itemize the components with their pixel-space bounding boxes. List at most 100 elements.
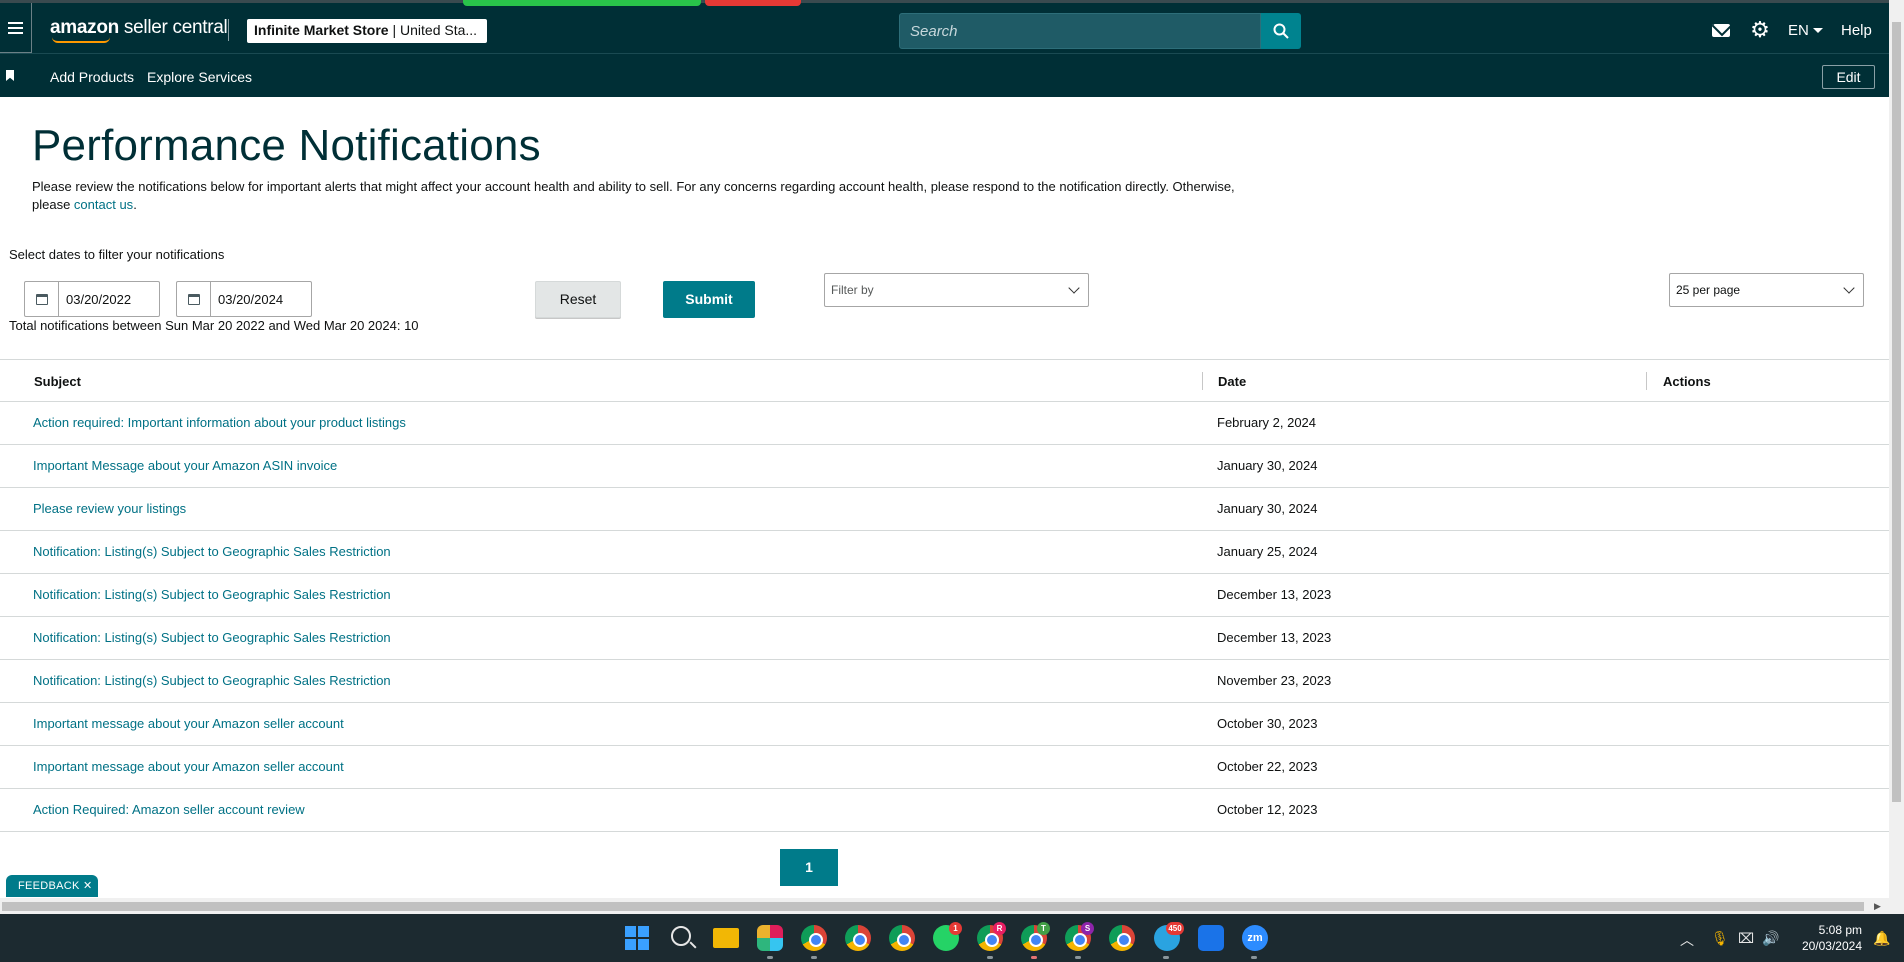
intro-text: Please review the notifications below fo… <box>32 179 1235 212</box>
running-indicator <box>767 956 773 959</box>
column-header-date[interactable]: Date <box>1218 374 1246 389</box>
search-icon <box>1273 23 1289 39</box>
top-header: amazon seller central Infinite Market St… <box>0 0 1889 53</box>
calendar-icon[interactable] <box>177 282 211 316</box>
stop-share-indicator[interactable] <box>705 0 801 6</box>
windows-start-icon[interactable] <box>625 926 649 950</box>
table-row: Important message about your Amazon sell… <box>0 746 1889 789</box>
page-1-button[interactable]: 1 <box>780 849 838 886</box>
column-divider[interactable] <box>1202 372 1203 390</box>
network-icon[interactable]: ⌧ <box>1738 930 1754 947</box>
notification-subject-link[interactable]: Important message about your Amazon sell… <box>33 716 344 731</box>
calendar-icon[interactable] <box>25 282 59 316</box>
chrome-icon[interactable] <box>1109 925 1135 951</box>
start-date-value: 03/20/2022 <box>66 292 132 307</box>
notifications-table: Subject Date Actions Action required: Im… <box>0 359 1889 832</box>
end-date-input[interactable]: 03/20/2024 <box>176 281 312 317</box>
table-header: Subject Date Actions <box>0 359 1889 402</box>
chrome-icon[interactable] <box>845 925 871 951</box>
notification-subject-link[interactable]: Notification: Listing(s) Subject to Geog… <box>33 587 391 602</box>
notification-date: October 12, 2023 <box>1217 802 1318 817</box>
profile-badge: S <box>1081 922 1094 935</box>
chrome-icon[interactable] <box>889 925 915 951</box>
clock-time: 5:08 pm <box>1818 923 1862 937</box>
language-selector[interactable]: EN <box>1788 22 1809 39</box>
filter-by-select[interactable]: Filter by <box>824 273 1089 307</box>
per-page-select[interactable]: 25 per page <box>1669 273 1864 307</box>
column-header-subject[interactable]: Subject <box>34 374 81 389</box>
notification-subject-link[interactable]: Notification: Listing(s) Subject to Geog… <box>33 673 391 688</box>
store-selector[interactable]: Infinite Market Store | United Sta... <box>247 19 487 43</box>
table-row: Action Required: Amazon seller account r… <box>0 789 1889 832</box>
menu-icon[interactable] <box>0 3 32 53</box>
search-button[interactable] <box>1261 13 1301 49</box>
system-clock[interactable]: 5:08 pm 20/03/2024 <box>1798 922 1862 954</box>
running-indicator <box>1251 956 1257 959</box>
slack-icon[interactable] <box>757 925 783 951</box>
vertical-scrollbar[interactable] <box>1889 0 1904 914</box>
edit-button[interactable]: Edit <box>1822 65 1875 89</box>
contact-us-link[interactable]: contact us <box>74 197 133 212</box>
notification-subject-link[interactable]: Action Required: Amazon seller account r… <box>33 802 305 817</box>
table-row: Action required: Important information a… <box>0 402 1889 445</box>
table-row: Notification: Listing(s) Subject to Geog… <box>0 617 1889 660</box>
notification-date: February 2, 2024 <box>1217 415 1317 430</box>
notification-date: December 13, 2023 <box>1217 587 1332 602</box>
clock-date: 20/03/2024 <box>1801 939 1862 953</box>
total-notifications-text: Total notifications between Sun Mar 20 2… <box>9 318 419 333</box>
store-region: | United Sta... <box>388 22 478 38</box>
notification-subject-link[interactable]: Important message about your Amazon sell… <box>33 759 344 774</box>
reset-button[interactable]: Reset <box>535 281 621 318</box>
notification-subject-link[interactable]: Notification: Listing(s) Subject to Geog… <box>33 544 391 559</box>
column-header-actions: Actions <box>1663 374 1711 389</box>
taskbar-search-icon[interactable] <box>671 926 691 946</box>
notification-subject-link[interactable]: Action required: Important information a… <box>33 415 406 430</box>
microphone-icon[interactable]: 🎙 <box>1711 930 1729 947</box>
notification-date: October 22, 2023 <box>1217 759 1318 774</box>
table-row: Important message about your Amazon sell… <box>0 703 1889 746</box>
feedback-button[interactable]: FEEDBACK ✕ <box>6 875 98 897</box>
chevron-down-icon <box>1813 28 1823 33</box>
nav-add-products[interactable]: Add Products <box>50 69 134 85</box>
logo-divider <box>228 19 229 41</box>
volume-icon[interactable]: 🔊 <box>1762 930 1779 947</box>
horizontal-scrollbar[interactable]: ▶ <box>0 898 1889 914</box>
amazon-smile-icon <box>52 37 110 43</box>
notification-subject-link[interactable]: Important Message about your Amazon ASIN… <box>33 458 337 473</box>
notification-date: January 25, 2024 <box>1217 544 1318 559</box>
notification-subject-link[interactable]: Notification: Listing(s) Subject to Geog… <box>33 630 391 645</box>
notification-date: October 30, 2023 <box>1217 716 1318 731</box>
search-input[interactable]: Search <box>899 13 1261 49</box>
submit-button[interactable]: Submit <box>663 281 755 318</box>
chrome-icon[interactable] <box>801 925 827 951</box>
app-icon[interactable] <box>1198 925 1224 951</box>
profile-badge: T <box>1037 922 1050 935</box>
page-title: Performance Notifications <box>32 121 541 170</box>
notification-date: January 30, 2024 <box>1217 501 1318 516</box>
windows-taskbar: 1 R T S 450 zm ︿ 🎙 ⌧ 🔊 5:08 pm 20/03/202… <box>0 914 1904 962</box>
telegram-badge: 450 <box>1166 922 1184 935</box>
table-row: Notification: Listing(s) Subject to Geog… <box>0 574 1889 617</box>
notification-bell-icon[interactable]: 🔔 <box>1873 930 1890 947</box>
running-indicator <box>1075 956 1081 959</box>
notification-date: January 30, 2024 <box>1217 458 1318 473</box>
bookmark-icon[interactable] <box>6 70 14 81</box>
chevron-up-icon[interactable]: ︿ <box>1680 930 1694 950</box>
file-explorer-icon[interactable] <box>713 928 739 948</box>
mail-icon[interactable] <box>1712 24 1730 37</box>
zoom-icon[interactable]: zm <box>1242 925 1268 951</box>
table-row: Notification: Listing(s) Subject to Geog… <box>0 660 1889 703</box>
chevron-down-icon <box>1068 282 1080 294</box>
nav-explore-services[interactable]: Explore Services <box>147 69 252 85</box>
notification-date: November 23, 2023 <box>1217 673 1332 688</box>
help-link[interactable]: Help <box>1841 22 1872 39</box>
active-indicator <box>1031 956 1037 959</box>
notification-subject-link[interactable]: Please review your listings <box>33 501 186 516</box>
seller-central-logo[interactable]: amazon seller central <box>50 17 228 43</box>
table-row: Important Message about your Amazon ASIN… <box>0 445 1889 488</box>
store-name: Infinite Market Store <box>254 22 389 38</box>
column-divider[interactable] <box>1646 372 1647 390</box>
gear-icon[interactable]: ⚙ <box>1749 19 1771 41</box>
table-row: Please review your listings January 30, … <box>0 488 1889 531</box>
start-date-input[interactable]: 03/20/2022 <box>24 281 160 317</box>
